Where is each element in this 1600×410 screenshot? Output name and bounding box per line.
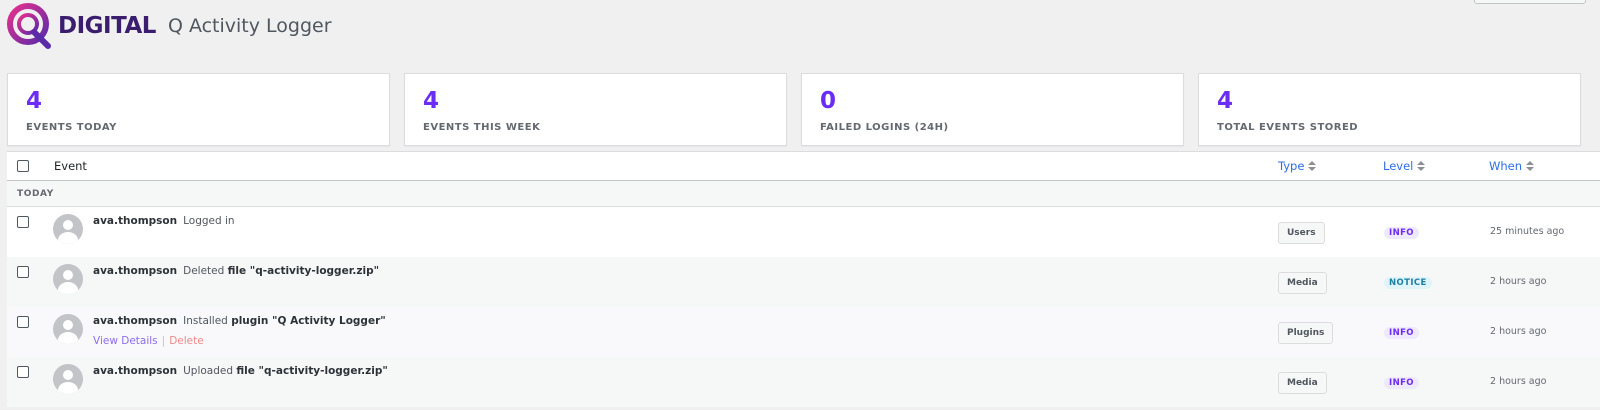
- table-row: ava.thompson Deleted file "q-activity-log…: [7, 257, 1600, 307]
- table-row: ava.thompson Installed plugin "Q Activity…: [7, 307, 1600, 357]
- event-description: ava.thompson Logged in: [93, 215, 235, 227]
- stat-value: 4: [423, 88, 440, 114]
- row-checkbox[interactable]: [17, 216, 29, 228]
- sort-icon: [1417, 160, 1426, 172]
- group-header-today: TODAY: [7, 181, 1600, 207]
- stat-label: EVENTS TODAY: [26, 122, 117, 133]
- level-badge: INFO: [1384, 327, 1419, 339]
- stat-card-total-events: 4 TOTAL EVENTS STORED: [1198, 73, 1581, 146]
- stats-row: 4 EVENTS TODAY 4 EVENTS THIS WEEK 0 FAIL…: [7, 73, 1600, 146]
- stat-label: FAILED LOGINS (24H): [820, 122, 949, 133]
- select-all-checkbox[interactable]: [17, 160, 29, 172]
- event-time: 2 hours ago: [1490, 376, 1547, 387]
- sort-icon: [1526, 160, 1535, 172]
- row-actions-separator: |: [161, 335, 166, 347]
- event-object: plugin "Q Activity Logger": [231, 315, 386, 327]
- event-action: Uploaded: [183, 365, 234, 377]
- stat-value: 4: [1217, 88, 1234, 114]
- stat-value: 4: [26, 88, 43, 114]
- table-row: ava.thompson Uploaded file "q-activity-lo…: [7, 357, 1600, 407]
- event-object: file "q-activity-logger.zip": [236, 365, 388, 377]
- event-time: 25 minutes ago: [1490, 226, 1565, 237]
- view-details-link[interactable]: View Details: [93, 335, 158, 347]
- row-checkbox[interactable]: [17, 316, 29, 328]
- level-badge: NOTICE: [1384, 277, 1432, 289]
- activity-table: Event Type Level When TODAY ava.thompson…: [7, 151, 1600, 407]
- event-action: Installed: [183, 315, 228, 327]
- row-actions: View Details | Delete: [93, 335, 204, 347]
- column-event: Event: [54, 159, 87, 173]
- level-badge: INFO: [1384, 377, 1419, 389]
- level-badge: INFO: [1384, 227, 1419, 239]
- event-object: file "q-activity-logger.zip": [227, 265, 380, 277]
- stat-label: TOTAL EVENTS STORED: [1217, 122, 1359, 133]
- table-header: Event Type Level When: [7, 152, 1600, 181]
- type-badge: Media: [1278, 372, 1327, 394]
- event-description: ava.thompson Uploaded file "q-activity-lo…: [93, 365, 388, 377]
- page-header: DIGITAL Q Activity Logger: [6, 0, 332, 52]
- screen-options-button[interactable]: [1474, 0, 1586, 4]
- event-user[interactable]: ava.thompson: [93, 315, 177, 327]
- event-description: ava.thompson Deleted file "q-activity-log…: [93, 265, 379, 277]
- type-badge: Media: [1278, 272, 1327, 294]
- avatar: [53, 364, 83, 394]
- type-badge: Plugins: [1278, 322, 1334, 344]
- stat-card-failed-logins: 0 FAILED LOGINS (24H): [801, 73, 1184, 146]
- stat-card-events-today: 4 EVENTS TODAY: [7, 73, 390, 146]
- logo-q-icon: [6, 2, 54, 50]
- event-time: 2 hours ago: [1490, 276, 1547, 287]
- avatar: [53, 314, 83, 344]
- event-action: Logged in: [183, 215, 235, 227]
- logo-text: DIGITAL: [58, 13, 156, 39]
- stat-label: EVENTS THIS WEEK: [423, 122, 541, 133]
- event-description: ava.thompson Installed plugin "Q Activity…: [93, 315, 386, 327]
- column-when-sort[interactable]: When: [1489, 159, 1535, 173]
- delete-link[interactable]: Delete: [169, 335, 204, 347]
- event-user[interactable]: ava.thompson: [93, 365, 177, 377]
- table-row: ava.thompson Logged in Users INFO 25 minu…: [7, 207, 1600, 257]
- column-when-label: When: [1489, 159, 1523, 173]
- event-user[interactable]: ava.thompson: [93, 215, 177, 227]
- column-type-label: Type: [1278, 159, 1305, 173]
- event-time: 2 hours ago: [1490, 326, 1547, 337]
- row-checkbox[interactable]: [17, 366, 29, 378]
- column-level-label: Level: [1383, 159, 1414, 173]
- column-level-sort[interactable]: Level: [1383, 159, 1426, 173]
- event-action: Deleted: [183, 265, 225, 277]
- row-checkbox[interactable]: [17, 266, 29, 278]
- sort-icon: [1308, 160, 1317, 172]
- type-badge: Users: [1278, 222, 1325, 244]
- stat-value: 0: [820, 88, 837, 114]
- avatar: [53, 214, 83, 244]
- avatar: [53, 264, 83, 294]
- stat-card-events-week: 4 EVENTS THIS WEEK: [404, 73, 787, 146]
- page-title: Q Activity Logger: [167, 15, 332, 37]
- column-type-sort[interactable]: Type: [1278, 159, 1317, 173]
- event-user[interactable]: ava.thompson: [93, 265, 177, 277]
